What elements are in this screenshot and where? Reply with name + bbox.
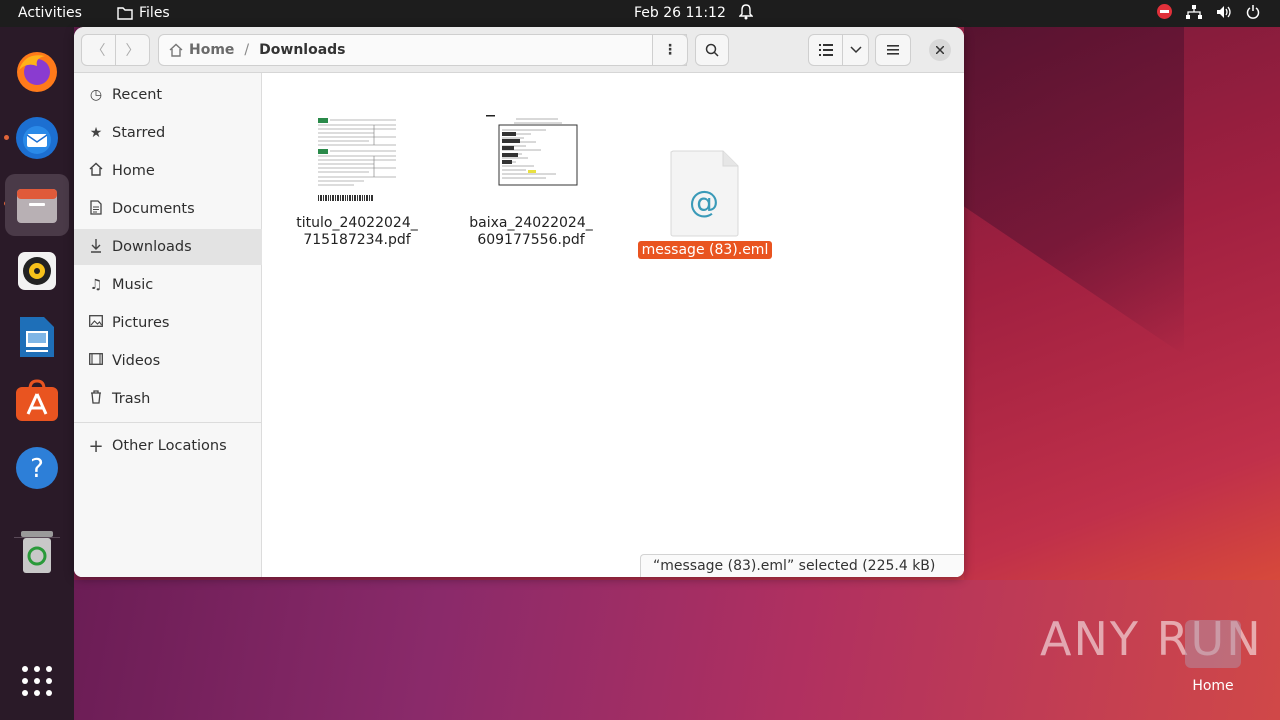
pdf-thumbnail xyxy=(486,115,578,189)
folder-icon xyxy=(117,7,133,20)
svg-text:?: ? xyxy=(30,454,44,484)
sidebar-item-recent[interactable]: ◷ Recent xyxy=(74,77,262,113)
back-button[interactable]: 〈 xyxy=(81,34,116,66)
email-file-icon: @ xyxy=(670,150,740,237)
volume-icon xyxy=(1217,5,1231,18)
files-window: 〈 〉 Home / Downloads ⋮ ◷ Recent ★ Starre… xyxy=(74,27,964,577)
running-indicator xyxy=(4,135,9,140)
path-menu-button[interactable]: ⋮ xyxy=(652,34,688,66)
home-icon xyxy=(169,43,183,57)
file-name: 715187234.pdf xyxy=(303,232,411,248)
rhythmbox-icon[interactable] xyxy=(13,247,61,295)
sidebar-item-music[interactable]: ♫ Music xyxy=(74,267,262,303)
app-menu[interactable]: Files xyxy=(117,5,170,21)
chevron-right-icon: 〉 xyxy=(125,43,140,59)
do-not-disturb-icon xyxy=(1157,4,1172,19)
video-icon xyxy=(87,353,105,369)
help-icon[interactable]: ? xyxy=(13,444,61,492)
download-icon xyxy=(87,238,105,257)
search-icon xyxy=(705,43,719,57)
network-icon xyxy=(1186,4,1202,19)
hamburger-icon xyxy=(887,45,899,55)
clock[interactable]: Feb 26 11:12 xyxy=(634,5,726,21)
picture-icon xyxy=(87,315,105,331)
home-folder-icon xyxy=(1185,620,1241,668)
activities-button[interactable]: Activities xyxy=(18,5,82,21)
trash-icon[interactable] xyxy=(13,528,61,576)
sidebar-item-starred[interactable]: ★ Starred xyxy=(74,115,262,151)
sidebar-item-home[interactable]: Home xyxy=(74,153,262,189)
show-apps-icon[interactable] xyxy=(13,657,61,705)
close-icon xyxy=(936,46,944,54)
view-list-button[interactable] xyxy=(808,34,843,66)
main-menu-button[interactable] xyxy=(875,34,911,66)
file-name: titulo_24022024_ xyxy=(296,215,418,231)
clock-icon: ◷ xyxy=(89,87,103,103)
top-bar: Activities Files Feb 26 11:12 xyxy=(0,0,1280,27)
system-tray[interactable] xyxy=(1157,4,1260,19)
file-name: message (83).eml xyxy=(637,241,773,259)
file-name: baixa_24022024_ xyxy=(469,215,593,231)
sidebar-item-trash[interactable]: Trash xyxy=(74,381,262,417)
sidebar-item-other-locations[interactable]: + Other Locations xyxy=(74,428,262,464)
more-vertical-icon: ⋮ xyxy=(663,42,677,58)
list-view-icon xyxy=(818,44,833,56)
sidebar-item-videos[interactable]: Videos xyxy=(74,343,262,379)
pdf-thumbnail xyxy=(314,115,400,203)
star-icon: ★ xyxy=(89,125,103,141)
chevron-down-icon xyxy=(849,46,862,54)
header-bar: 〈 〉 Home / Downloads ⋮ xyxy=(74,27,964,73)
at-sign-icon: @ xyxy=(689,185,719,220)
dock: ? xyxy=(0,27,74,720)
document-icon xyxy=(87,199,105,219)
sidebar-item-downloads[interactable]: Downloads xyxy=(74,229,262,265)
status-bar: “message (83).eml” selected (225.4 kB) xyxy=(640,554,964,577)
desktop-home-icon[interactable]: Home xyxy=(1185,620,1241,700)
sidebar: ◷ Recent ★ Starred Home Documents Downlo… xyxy=(74,73,262,577)
path-separator: / xyxy=(244,42,250,58)
home-icon xyxy=(87,162,105,180)
sidebar-item-documents[interactable]: Documents xyxy=(74,191,262,227)
desktop-home-label: Home xyxy=(1192,678,1234,694)
sidebar-item-pictures[interactable]: Pictures xyxy=(74,305,262,341)
app-name: Files xyxy=(139,5,170,21)
power-icon xyxy=(1246,4,1260,19)
plus-icon: + xyxy=(88,435,104,457)
file-name: 609177556.pdf xyxy=(477,232,585,248)
music-icon: ♫ xyxy=(89,277,103,293)
sidebar-divider xyxy=(74,422,262,423)
path-current[interactable]: Downloads xyxy=(259,42,345,58)
view-options-button[interactable] xyxy=(842,34,869,66)
chevron-left-icon: 〈 xyxy=(91,43,106,59)
app-center-icon[interactable] xyxy=(13,377,61,425)
path-bar[interactable]: Home / Downloads xyxy=(158,34,687,66)
path-home[interactable]: Home xyxy=(169,42,234,58)
bell-icon[interactable] xyxy=(738,4,754,24)
files-icon[interactable] xyxy=(5,174,69,236)
trash-icon xyxy=(87,390,105,408)
forward-button[interactable]: 〉 xyxy=(115,34,150,66)
firefox-icon[interactable] xyxy=(13,48,61,96)
close-button[interactable] xyxy=(929,39,951,61)
libreoffice-writer-icon[interactable] xyxy=(13,313,61,361)
thunderbird-icon[interactable] xyxy=(13,114,61,162)
file-view[interactable]: titulo_24022024_ 715187234.pdf baixa_240… xyxy=(263,73,964,577)
search-button[interactable] xyxy=(695,34,729,66)
